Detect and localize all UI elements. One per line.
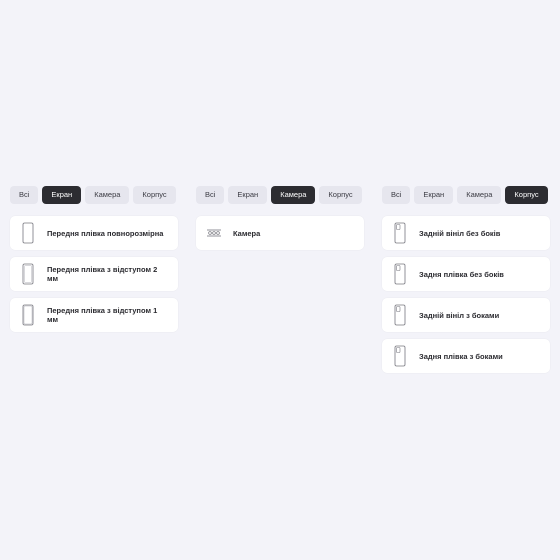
tab-camera[interactable]: Камера xyxy=(85,186,130,204)
tab-camera[interactable]: Камера xyxy=(271,186,316,204)
phone-back-icon xyxy=(392,344,408,368)
list-item-label: Задня плівка з боками xyxy=(419,351,503,361)
list-item-label: Камера xyxy=(233,228,261,238)
list-item-label: Передня плівка з відступом 1 мм xyxy=(47,306,158,324)
list-item-back-vinyl-no-sides[interactable]: Задній вініл без боків xyxy=(382,216,550,250)
filter-panel-screen: Всі Екран Камера Корпус Передня плівка п… xyxy=(10,186,178,339)
tab-camera[interactable]: Камера xyxy=(457,186,502,204)
list-item-back-film-with-sides[interactable]: Задня плівка з боками xyxy=(382,339,550,373)
list-item-front-film-1mm[interactable]: Передня плівка з відступом 1 мм xyxy=(10,298,178,332)
tab-all[interactable]: Всі xyxy=(382,186,411,204)
phone-back-icon xyxy=(392,262,408,286)
tab-all[interactable]: Всі xyxy=(10,186,39,204)
list-item-front-film-2mm[interactable]: Передня плівка з відступом 2 мм xyxy=(10,257,178,291)
list-item-back-vinyl-with-sides[interactable]: Задній вініл з боками xyxy=(382,298,550,332)
phone-back-icon xyxy=(392,303,408,327)
tab-body[interactable]: Корпус xyxy=(319,186,362,204)
tab-screen[interactable]: Екран xyxy=(228,186,268,204)
list-item-label: Задній вініл з боками xyxy=(419,310,500,320)
phone-outline-icon xyxy=(20,262,36,286)
phone-back-icon xyxy=(392,221,408,245)
tab-all[interactable]: Всі xyxy=(196,186,225,204)
list-item-label: Передня плівка з відступом 2 мм xyxy=(47,265,158,283)
list-item-label: Передня плівка повнорозмірна xyxy=(47,228,164,238)
tab-screen[interactable]: Екран xyxy=(414,186,454,204)
phone-outline-icon xyxy=(20,221,36,245)
list-item-back-film-no-sides[interactable]: Задня плівка без боків xyxy=(382,257,550,291)
list-item-front-film-full[interactable]: Передня плівка повнорозмірна xyxy=(10,216,178,250)
category-tabs: Всі Екран Камера Корпус xyxy=(196,186,364,204)
filter-panel-body: Всі Екран Камера Корпус Задній вініл без… xyxy=(382,186,550,380)
list-item-camera[interactable]: Камера xyxy=(196,216,364,250)
category-tabs: Всі Екран Камера Корпус xyxy=(10,186,178,204)
list-item-label: Задній вініл без боків xyxy=(419,228,501,238)
tab-screen[interactable]: Екран xyxy=(42,186,82,204)
tab-body[interactable]: Корпус xyxy=(505,186,548,204)
camera-lens-icon xyxy=(206,221,222,245)
tab-body[interactable]: Корпус xyxy=(133,186,176,204)
category-tabs: Всі Екран Камера Корпус xyxy=(382,186,550,204)
phone-outline-icon xyxy=(20,303,36,327)
list-item-label: Задня плівка без боків xyxy=(419,269,504,279)
filter-panel-camera: Всі Екран Камера Корпус Камера xyxy=(196,186,364,257)
